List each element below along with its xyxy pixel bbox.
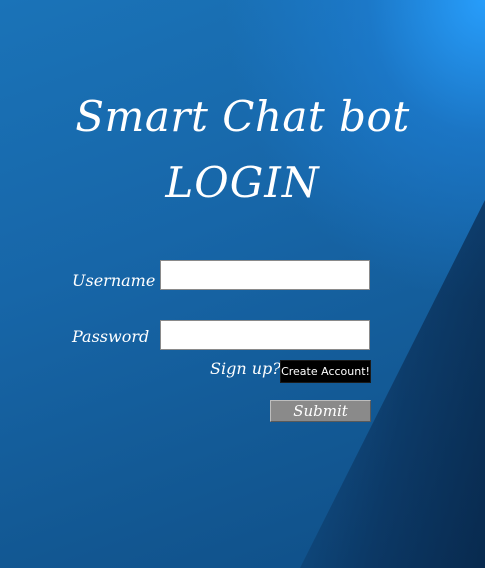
submit-button[interactable]: Submit [270, 400, 371, 422]
signup-prompt: Sign up? [210, 359, 281, 378]
password-label: Password [72, 327, 150, 346]
create-account-button[interactable]: Create Account! [280, 360, 371, 383]
username-label: Username [72, 271, 156, 290]
password-field[interactable] [160, 320, 370, 350]
username-field[interactable] [160, 260, 370, 290]
app-title: Smart Chat bot [75, 92, 410, 141]
login-heading: LOGIN [165, 158, 320, 207]
background-corner-shade [300, 200, 485, 568]
